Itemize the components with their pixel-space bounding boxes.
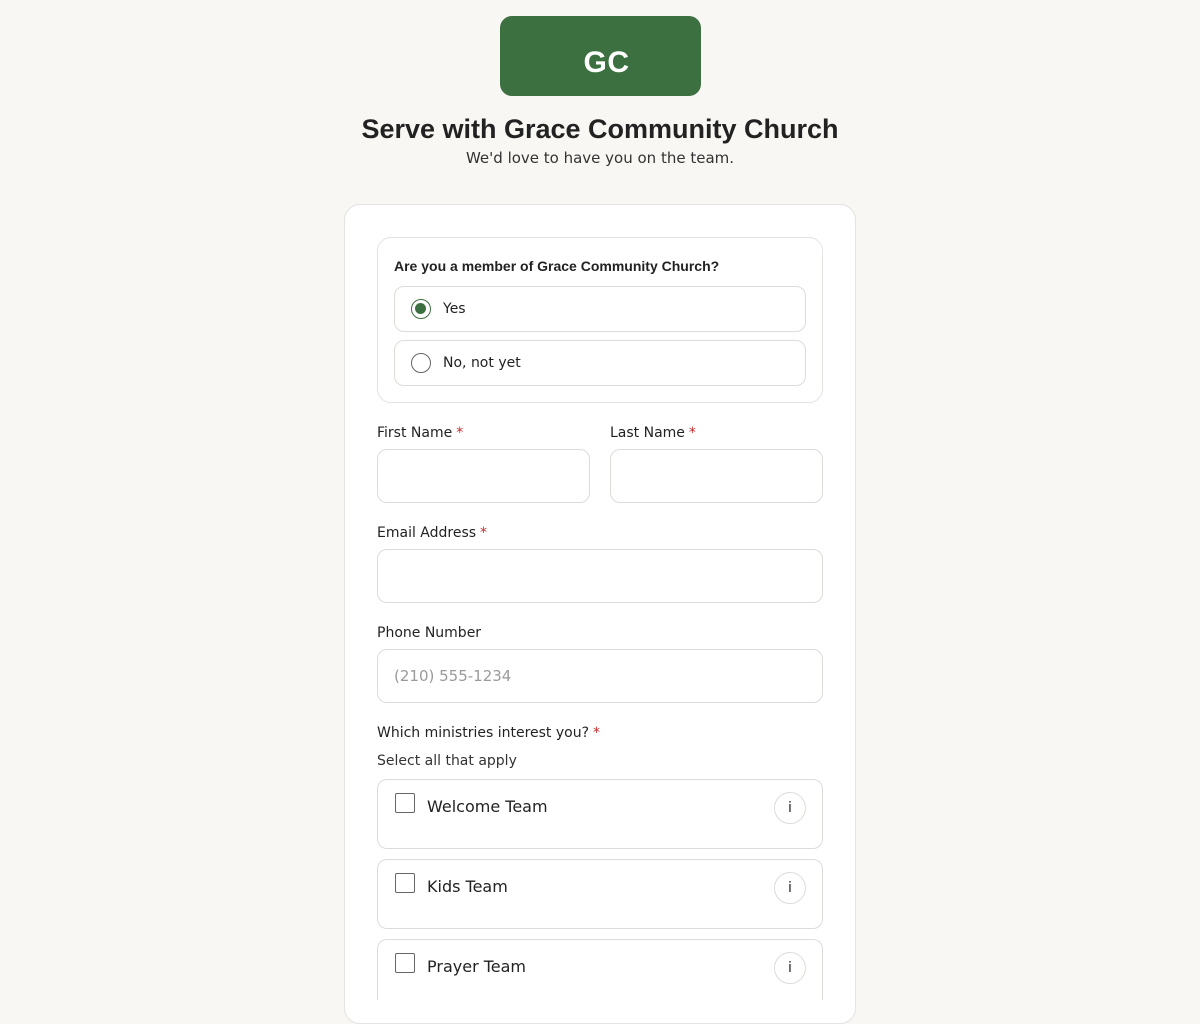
ministries-label: Which ministries interest you? * (377, 725, 600, 741)
first-name-label: First Name * (377, 425, 463, 441)
email-input[interactable] (377, 549, 823, 603)
phone-input[interactable] (377, 649, 823, 703)
email-label-text: Email Address (377, 525, 477, 541)
ministry-option-welcome-team[interactable]: Welcome Team i (377, 779, 823, 849)
required-marker: * (688, 425, 696, 441)
church-logo: GC (500, 16, 701, 96)
page-subtitle: We'd love to have you on the team. (465, 149, 735, 167)
ministry-option-prayer-team[interactable]: Prayer Team i (377, 939, 823, 1000)
first-name-label-text: First Name (377, 425, 453, 441)
logo-initials: GC (583, 46, 630, 79)
email-label: Email Address * (377, 525, 487, 541)
required-marker: * (593, 725, 601, 741)
radio-button[interactable] (411, 353, 431, 373)
ministry-option-label: Prayer Team (427, 957, 527, 976)
info-icon[interactable]: i (774, 872, 806, 904)
radio-button-selected[interactable] (411, 299, 431, 319)
info-icon[interactable]: i (774, 952, 806, 984)
membership-option-no[interactable]: No, not yet (394, 340, 806, 386)
ministry-option-label: Welcome Team (427, 797, 548, 816)
phone-label: Phone Number (377, 625, 482, 641)
membership-option-label: Yes (443, 301, 466, 317)
last-name-input[interactable] (610, 449, 823, 503)
ministry-checkbox[interactable] (395, 793, 415, 813)
page-title: Serve with Grace Community Church (361, 114, 839, 144)
membership-option-label: No, not yet (443, 355, 521, 371)
last-name-label-text: Last Name (610, 425, 685, 441)
ministry-checkbox[interactable] (395, 953, 415, 973)
info-icon[interactable]: i (774, 792, 806, 824)
ministries-help-text: Select all that apply (377, 753, 517, 769)
required-marker: * (456, 425, 464, 441)
membership-question: Are you a member of Grace Community Chur… (394, 258, 720, 274)
membership-option-yes[interactable]: Yes (394, 286, 806, 332)
first-name-input[interactable] (377, 449, 590, 503)
last-name-label: Last Name * (610, 425, 696, 441)
ministries-label-text: Which ministries interest you? (377, 725, 590, 741)
required-marker: * (480, 525, 488, 541)
ministry-option-label: Kids Team (427, 877, 508, 896)
ministry-option-kids-team[interactable]: Kids Team i (377, 859, 823, 929)
ministry-checkbox[interactable] (395, 873, 415, 893)
